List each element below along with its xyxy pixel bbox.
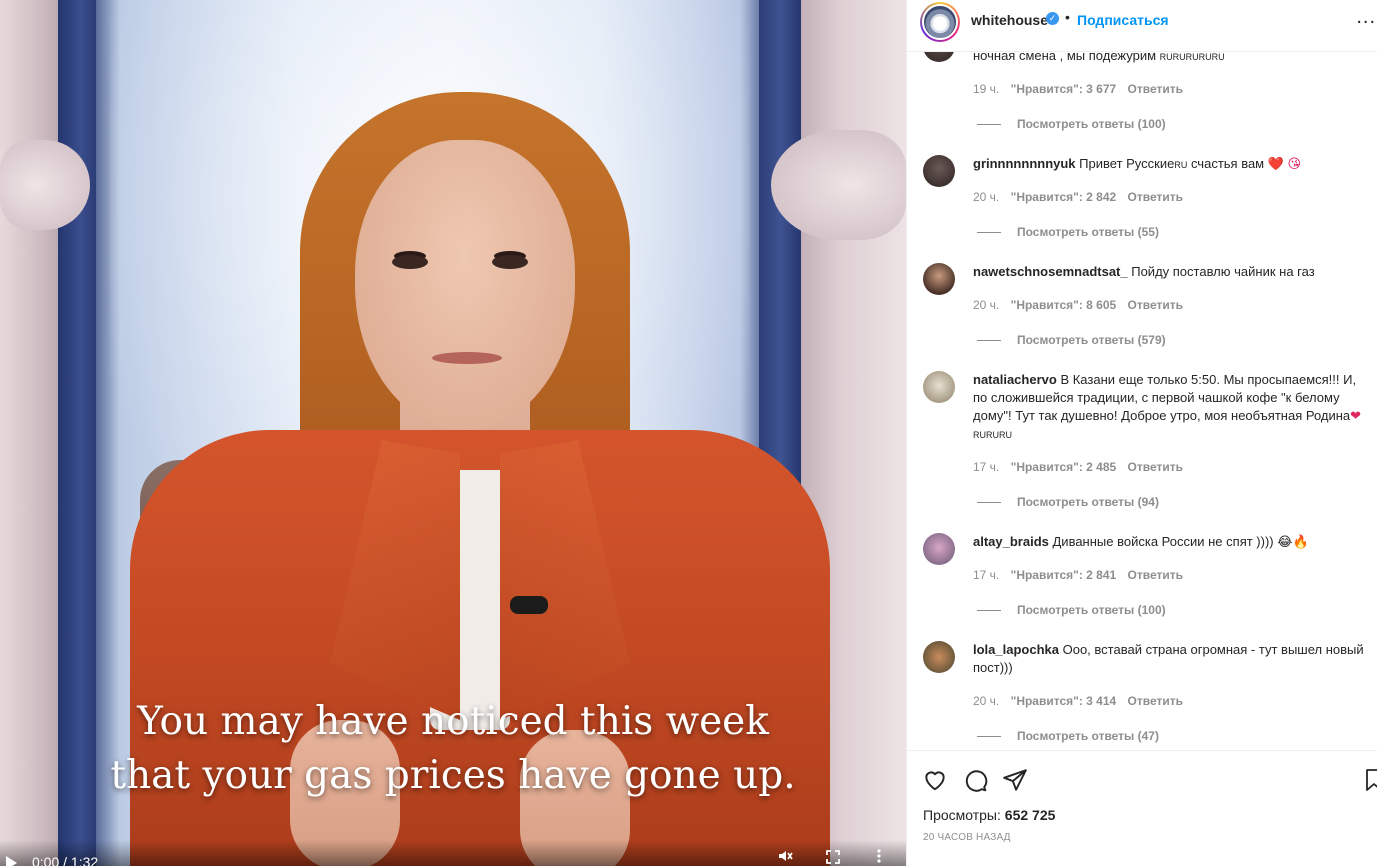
comment-avatar[interactable]	[923, 263, 955, 295]
post-time[interactable]: 20 ЧАСОВ НАЗАД	[923, 832, 1011, 843]
comment-meta: 20 ч. "Нравится": 3 414 Ответить	[973, 694, 1191, 708]
comment-username[interactable]: nataliachervo	[973, 372, 1057, 387]
speaker-eye-left	[392, 255, 428, 269]
speaker-mouth	[432, 352, 502, 364]
comment-text: altay_braids Диванные войска России не с…	[973, 534, 1309, 549]
emoji: ❤	[1350, 408, 1362, 423]
comment-meta: 19 ч. "Нравится": 3 677 Ответить	[973, 82, 1191, 96]
comment-time: 20 ч.	[973, 694, 1000, 708]
more-icon[interactable]	[876, 848, 882, 866]
comment-text: nawetschnosemnadtsat_ Пойду поставлю чай…	[973, 264, 1315, 279]
comment-time: 20 ч.	[973, 190, 1000, 204]
emoji: ❤️ 😘	[1267, 156, 1302, 171]
comment-likes[interactable]: "Нравится": 8 605	[1011, 298, 1117, 312]
comment-tag: RURURURURU	[1159, 52, 1225, 62]
caption-line-2: that your gas prices have gone up.	[110, 753, 796, 798]
fullscreen-icon[interactable]	[826, 850, 840, 866]
comments-list: ночная смена , мы подежурим RURURURURU 1…	[907, 52, 1377, 749]
caption-line-1: You may have noticed this week	[137, 699, 769, 744]
comment-likes[interactable]: "Нравится": 2 842	[1011, 190, 1117, 204]
comment-likes[interactable]: "Нравится": 2 485	[1011, 460, 1117, 474]
header-separator: •	[1065, 9, 1070, 25]
mute-icon[interactable]	[777, 848, 793, 866]
post-footer: Просмотры: 652 725 20 ЧАСОВ НАЗАД	[907, 750, 1377, 867]
comment-meta: 17 ч. "Нравится": 2 485 Ответить	[973, 460, 1191, 474]
replies-divider	[977, 124, 1001, 126]
reply-button[interactable]: Ответить	[1128, 190, 1183, 204]
reply-button[interactable]: Ответить	[1128, 460, 1183, 474]
follow-button[interactable]: Подписаться	[1077, 12, 1169, 28]
comment-avatar[interactable]	[923, 52, 955, 62]
comment-time: 20 ч.	[973, 298, 1000, 312]
comment-avatar[interactable]	[923, 533, 955, 565]
comment-time: 17 ч.	[973, 460, 1000, 474]
lapel-microphone	[510, 596, 548, 614]
curtain-tieback-right	[771, 130, 906, 240]
views-count: Просмотры: 652 725	[923, 807, 1056, 823]
comment-meta: 20 ч. "Нравится": 8 605 Ответить	[973, 298, 1191, 312]
view-replies-button[interactable]: Посмотреть ответы (100)	[977, 603, 1166, 617]
comment-time: 19 ч.	[973, 82, 1000, 96]
comment-text: nataliachervo В Казани еще только 5:50. …	[973, 372, 1362, 440]
view-replies-button[interactable]: Посмотреть ответы (55)	[977, 225, 1159, 239]
replies-divider	[977, 610, 1001, 612]
comment-meta: 17 ч. "Нравится": 2 841 Ответить	[973, 568, 1191, 582]
comment-username[interactable]: nawetschnosemnadtsat_	[973, 264, 1128, 279]
share-icon[interactable]	[1002, 767, 1028, 793]
comment-likes[interactable]: "Нравится": 3 414	[1011, 694, 1117, 708]
comment-time: 17 ч.	[973, 568, 1000, 582]
comment-username[interactable]: grinnnnnnnnyuk	[973, 156, 1076, 171]
bookmark-icon[interactable]	[1365, 767, 1377, 793]
comment-username[interactable]: lola_lapochka	[973, 642, 1059, 657]
reply-button[interactable]: Ответить	[1128, 694, 1183, 708]
comment-avatar[interactable]	[923, 371, 955, 403]
video-controls: 0:00 / 1:32	[0, 840, 906, 866]
comment-text: grinnnnnnnnyuk Привет РусскиеRU счастья …	[973, 156, 1302, 171]
whitehouse-logo-icon	[922, 4, 958, 40]
video-player[interactable]: You may have noticed this week that your…	[0, 0, 906, 866]
view-replies-button[interactable]: Посмотреть ответы (100)	[977, 117, 1166, 131]
replies-divider	[977, 340, 1001, 342]
post-panel: whitehouse ✓ • Подписаться ... ночная см…	[906, 0, 1377, 867]
curtain-tieback-left	[0, 140, 90, 230]
comment-username[interactable]: altay_braids	[973, 534, 1049, 549]
replies-divider	[977, 502, 1001, 504]
view-replies-button[interactable]: Посмотреть ответы (94)	[977, 495, 1159, 509]
more-options-icon[interactable]: ...	[1356, 6, 1376, 29]
comment-icon[interactable]	[962, 767, 988, 793]
verified-icon: ✓	[1046, 12, 1059, 25]
comment-avatar[interactable]	[923, 641, 955, 673]
comment-text: ночная смена , мы подежурим RURURURURU	[973, 52, 1225, 63]
speaker-eye-right	[492, 255, 528, 269]
post-header: whitehouse ✓ • Подписаться ...	[907, 0, 1377, 52]
account-username[interactable]: whitehouse	[971, 12, 1048, 28]
heart-icon[interactable]	[922, 767, 948, 793]
reply-button[interactable]: Ответить	[1128, 568, 1183, 582]
comment-text: lola_lapochka Ооо, вставай страна огромн…	[973, 642, 1364, 675]
avatar[interactable]	[920, 2, 960, 42]
video-time: 0:00 / 1:32	[32, 854, 99, 866]
comment-likes[interactable]: "Нравится": 2 841	[1011, 568, 1117, 582]
play-icon[interactable]	[6, 856, 17, 866]
reply-button[interactable]: Ответить	[1128, 298, 1183, 312]
comment-tag: RU	[1174, 160, 1188, 170]
view-replies-button[interactable]: Посмотреть ответы (579)	[977, 333, 1166, 347]
comment-tag: RURURU	[973, 430, 1012, 440]
comment-meta: 20 ч. "Нравится": 2 842 Ответить	[973, 190, 1191, 204]
views-value: 652 725	[1004, 807, 1056, 823]
replies-divider	[977, 232, 1001, 234]
comment-likes[interactable]: "Нравится": 3 677	[1011, 82, 1117, 96]
view-replies-button[interactable]: Посмотреть ответы (47)	[977, 729, 1159, 743]
comment-avatar[interactable]	[923, 155, 955, 187]
replies-divider	[977, 736, 1001, 738]
speaker-face	[355, 140, 575, 430]
reply-button[interactable]: Ответить	[1128, 82, 1183, 96]
emoji: 😂🔥	[1277, 534, 1309, 549]
video-caption: You may have noticed this week that your…	[0, 695, 906, 803]
